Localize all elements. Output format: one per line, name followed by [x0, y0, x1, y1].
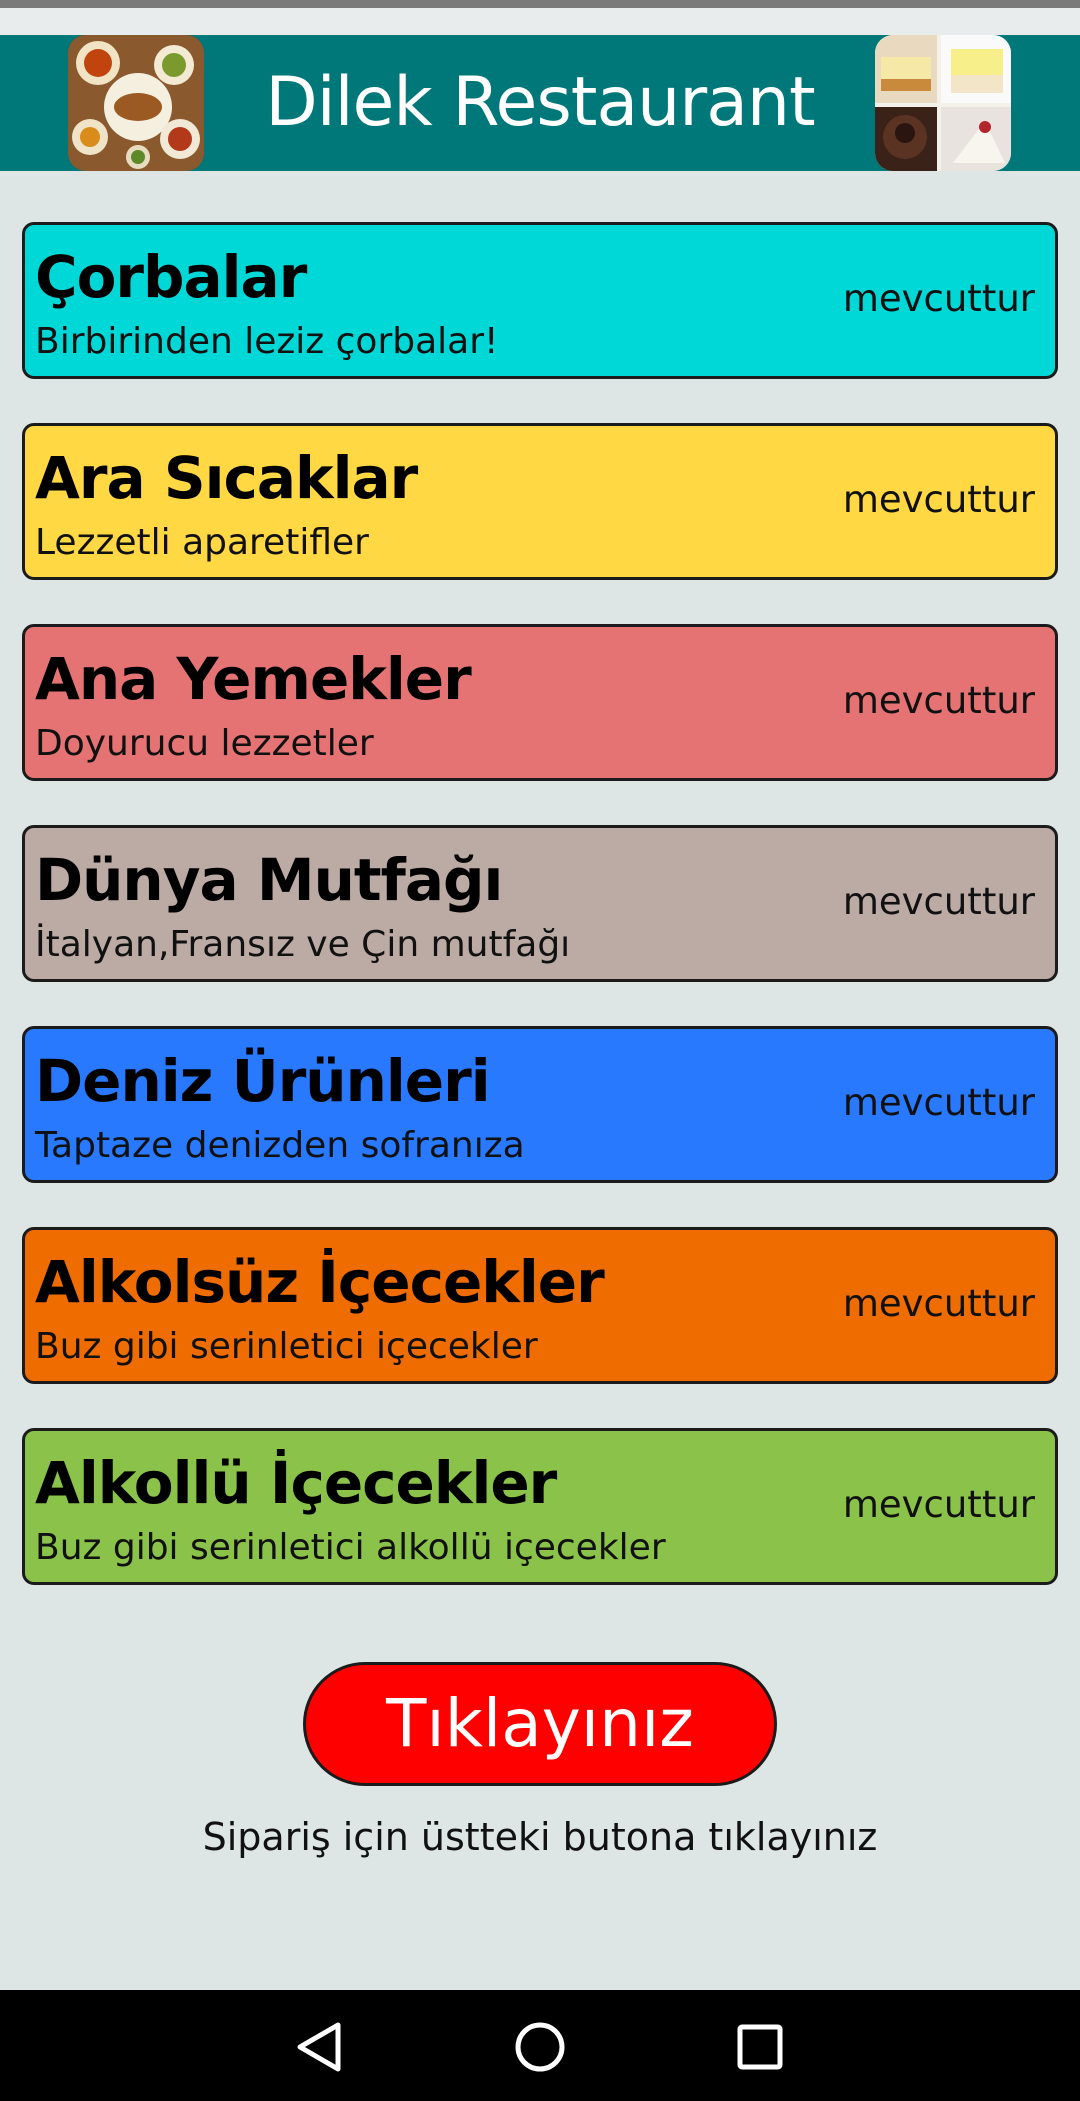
menu-card-deniz-urunleri[interactable]: Deniz Ürünleri Taptaze denizden sofranız…: [22, 1026, 1058, 1183]
menu-card-subtitle: Doyurucu lezzetler: [35, 723, 374, 764]
menu-card-title: Ana Yemekler: [35, 645, 472, 713]
menu-card-title: Alkolsüz İçecekler: [35, 1248, 605, 1316]
menu-card-alkolsuz-icecekler[interactable]: Alkolsüz İçecekler Buz gibi serinletici …: [22, 1227, 1058, 1384]
menu-card-status: mevcuttur: [842, 1483, 1035, 1526]
desserts-image: [875, 35, 1011, 171]
menu-card-dunya-mutfagi[interactable]: Dünya Mutfağı İtalyan,Fransız ve Çin mut…: [22, 825, 1058, 982]
menu-card-subtitle: Lezzetli aparetifler: [35, 522, 369, 563]
menu-card-subtitle: Taptaze denizden sofranıza: [35, 1125, 525, 1166]
menu-list: Çorbalar Birbirinden leziz çorbalar! mev…: [22, 222, 1058, 1629]
order-hint-text: Sipariş için üstteki butona tıklayınız: [202, 1815, 878, 1859]
menu-card-title: Çorbalar: [35, 243, 307, 311]
menu-card-status: mevcuttur: [842, 1282, 1035, 1325]
back-triangle-icon[interactable]: [285, 2012, 355, 2082]
app-title: Dilek Restaurant: [265, 63, 815, 142]
menu-card-subtitle: Buz gibi serinletici içecekler: [35, 1326, 538, 1367]
recent-square-icon[interactable]: [725, 2012, 795, 2082]
menu-card-title: Ara Sıcaklar: [35, 444, 418, 512]
menu-card-status: mevcuttur: [842, 880, 1035, 923]
menu-card-alkollu-icecekler[interactable]: Alkollü İçecekler Buz gibi serinletici a…: [22, 1428, 1058, 1585]
menu-card-ana-yemekler[interactable]: Ana Yemekler Doyurucu lezzetler mevcuttu…: [22, 624, 1058, 781]
menu-card-status: mevcuttur: [842, 679, 1035, 722]
menu-card-title: Alkollü İçecekler: [35, 1449, 557, 1517]
home-circle-icon[interactable]: [505, 2012, 575, 2082]
status-bar: [0, 0, 1080, 8]
menu-card-title: Deniz Ürünleri: [35, 1047, 491, 1115]
menu-card-title: Dünya Mutfağı: [35, 846, 503, 914]
menu-card-subtitle: Buz gibi serinletici alkollü içecekler: [35, 1527, 666, 1568]
menu-card-status: mevcuttur: [842, 1081, 1035, 1124]
food-platter-image: [68, 35, 204, 171]
menu-card-status: mevcuttur: [842, 277, 1035, 320]
order-button[interactable]: Tıklayınız: [303, 1662, 777, 1786]
app-header: Dilek Restaurant: [0, 35, 1080, 171]
menu-card-status: mevcuttur: [842, 478, 1035, 521]
menu-card-corbalar[interactable]: Çorbalar Birbirinden leziz çorbalar! mev…: [22, 222, 1058, 379]
status-bar-gap: [0, 8, 1080, 35]
menu-card-ara-sicaklar[interactable]: Ara Sıcaklar Lezzetli aparetifler mevcut…: [22, 423, 1058, 580]
menu-card-subtitle: Birbirinden leziz çorbalar!: [35, 321, 499, 362]
system-nav-bar: [0, 1990, 1080, 2101]
menu-card-subtitle: İtalyan,Fransız ve Çin mutfağı: [35, 924, 571, 965]
